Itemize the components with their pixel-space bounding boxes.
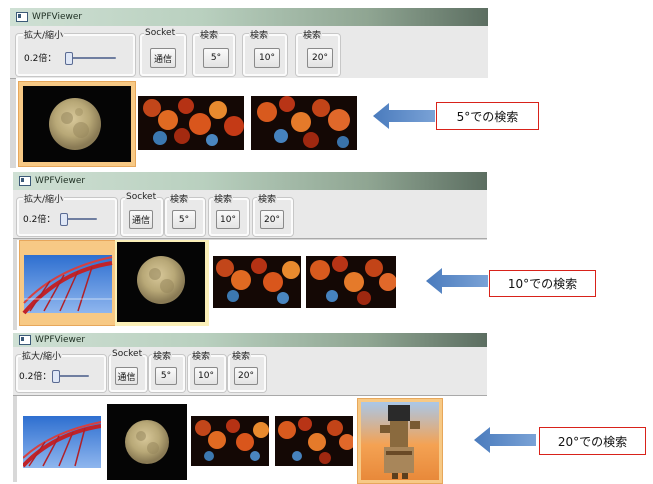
zoom-slider-thumb[interactable] — [52, 370, 60, 383]
zoom-slider-track[interactable] — [66, 57, 116, 59]
search-5deg-button[interactable]: 5° — [172, 210, 196, 229]
result-thumb-autumn-leaves[interactable] — [191, 416, 269, 466]
autumn-leaves-image — [138, 96, 244, 150]
app-icon — [16, 12, 28, 22]
socket-connect-button[interactable]: 通信 — [150, 48, 176, 68]
socket-group-label: Socket — [144, 28, 177, 38]
zoom-group-label: 拡大/縮小 — [21, 349, 63, 362]
annotation-10deg-search: 10°での検索 — [489, 270, 596, 297]
arrow-left-icon — [426, 268, 488, 294]
title-bar[interactable]: WPFViewer — [10, 8, 488, 26]
title-bar[interactable]: WPFViewer — [13, 172, 487, 190]
window-title: WPFViewer — [35, 335, 86, 345]
socket-connect-button[interactable]: 通信 — [115, 367, 138, 385]
result-thumb-ferris-wheel[interactable] — [19, 240, 117, 326]
zoom-value-label: 0.2倍： — [23, 215, 56, 225]
search-group-label: 検索 — [191, 349, 212, 362]
result-thumb-ferris-wheel[interactable] — [23, 416, 101, 468]
search-group-label: 検索 — [249, 28, 270, 41]
result-strip — [17, 396, 487, 484]
toolbar: 拡大/縮小 0.2倍： Socket 通信 検索 5° 検索 10° 検索 20… — [13, 347, 487, 396]
moon-image — [117, 242, 205, 322]
search-20deg-button[interactable]: 20° — [307, 48, 333, 68]
socket-group-label: Socket — [125, 192, 158, 202]
result-thumb-statue[interactable] — [357, 398, 443, 484]
window-panel-20deg: WPFViewer 拡大/縮小 0.2倍： Socket 通信 検索 5° 検索… — [13, 333, 487, 484]
window-panel-5deg: WPFViewer 拡大/縮小 0.2倍： Socket 通信 検索 5° 検索… — [10, 8, 488, 168]
moon-image — [107, 404, 187, 480]
search-group-label: 検索 — [257, 192, 278, 205]
result-thumb-autumn-leaves[interactable] — [251, 96, 357, 150]
window-panel-10deg: WPFViewer 拡大/縮小 0.2倍： Socket 通信 検索 5° 検索… — [13, 172, 487, 330]
result-thumb-moon[interactable] — [115, 240, 209, 326]
search-20deg-button[interactable]: 20° — [234, 367, 258, 385]
search-group-label: 検索 — [302, 28, 323, 41]
app-icon — [19, 335, 31, 345]
search-10deg-button[interactable]: 10° — [216, 210, 240, 229]
window-title: WPFViewer — [32, 12, 83, 22]
arrow-left-icon — [373, 103, 435, 129]
zoom-group-label: 拡大/縮小 — [23, 192, 65, 205]
search-5deg-button[interactable]: 5° — [155, 367, 177, 385]
zoom-slider-thumb[interactable] — [60, 213, 68, 226]
autumn-leaves-image — [306, 256, 396, 308]
result-thumb-moon[interactable] — [107, 404, 187, 480]
zoom-value-label: 0.2倍： — [19, 372, 52, 382]
search-group-label: 検索 — [199, 28, 220, 41]
zoom-group-label: 拡大/縮小 — [23, 28, 65, 41]
autumn-leaves-image — [213, 256, 301, 308]
ferris-wheel-image — [22, 255, 113, 315]
result-thumb-autumn-leaves[interactable] — [138, 96, 244, 150]
app-icon — [19, 176, 31, 186]
statue-image — [361, 402, 439, 480]
search-group-label: 検索 — [213, 192, 234, 205]
moon-image — [23, 86, 131, 162]
title-bar[interactable]: WPFViewer — [13, 333, 487, 347]
zoom-slider-thumb[interactable] — [65, 52, 73, 65]
result-thumb-autumn-leaves[interactable] — [213, 256, 301, 308]
arrow-left-icon — [474, 427, 536, 453]
autumn-leaves-image — [275, 416, 353, 466]
search-20deg-button[interactable]: 20° — [260, 210, 284, 229]
search-group-label: 検索 — [152, 349, 173, 362]
search-10deg-button[interactable]: 10° — [194, 367, 218, 385]
result-thumb-autumn-leaves[interactable] — [275, 416, 353, 466]
search-group-label: 検索 — [231, 349, 252, 362]
annotation-5deg-search: 5°での検索 — [436, 102, 539, 130]
search-10deg-button[interactable]: 10° — [254, 48, 280, 68]
result-strip — [17, 240, 487, 330]
result-thumb-moon[interactable] — [18, 81, 136, 167]
autumn-leaves-image — [191, 416, 269, 466]
annotation-20deg-search: 20°での検索 — [539, 427, 646, 455]
socket-group-label: Socket — [111, 349, 144, 359]
ferris-wheel-image — [23, 416, 101, 468]
result-thumb-autumn-leaves[interactable] — [306, 256, 396, 308]
autumn-leaves-image — [251, 96, 357, 150]
window-title: WPFViewer — [35, 176, 86, 186]
toolbar: 拡大/縮小 0.2倍： Socket 通信 検索 5° 検索 10° 検索 20… — [13, 190, 487, 239]
zoom-value-label: 0.2倍： — [24, 54, 57, 64]
search-5deg-button[interactable]: 5° — [203, 48, 229, 68]
toolbar: 拡大/縮小 0.2倍： Socket 通信 検索 5° 検索 10° 検索 20… — [10, 26, 488, 79]
search-group-label: 検索 — [169, 192, 190, 205]
socket-connect-button[interactable]: 通信 — [129, 210, 153, 229]
